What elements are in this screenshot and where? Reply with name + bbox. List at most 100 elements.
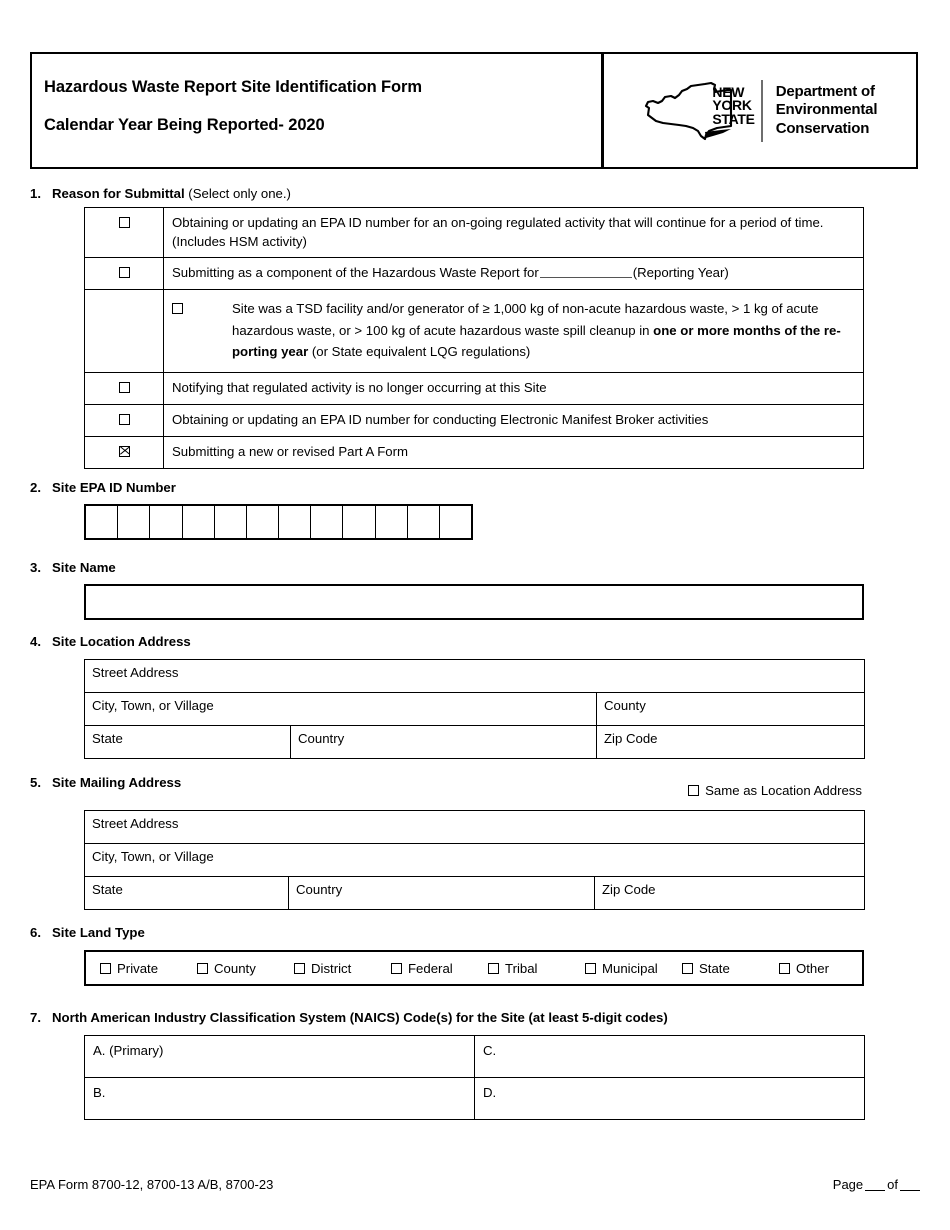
section-5-heading: 5. Site Mailing Address [30, 775, 182, 790]
reporting-year-input[interactable] [539, 265, 632, 279]
ny-state-wordmark: NEW YORK STATE [712, 83, 755, 127]
site-land-type-options: Private County District Federal Tribal M… [84, 950, 864, 986]
footer-page-label: Page [832, 1177, 864, 1192]
form-page: Hazardous Waste Report Site Identificati… [0, 0, 950, 1230]
indented-reason-block: Site was a TSD facility and/or generator… [172, 298, 855, 362]
epa-id-cell[interactable] [150, 506, 183, 538]
land-type-option-state[interactable]: State [668, 961, 765, 976]
land-type-label-municipal: Municipal [602, 960, 658, 976]
naics-field-d[interactable]: D. [474, 1076, 865, 1120]
mailing-street-address-field[interactable]: Street Address [83, 810, 866, 844]
section-7-heading: 7. North American Industry Classification… [30, 1010, 668, 1025]
mailing-country-field[interactable]: Country [288, 876, 595, 910]
table-row: City, Town, or Village [83, 843, 866, 877]
land-type-option-private[interactable]: Private [86, 961, 183, 976]
table-row: B. D. [84, 1076, 865, 1120]
land-type-checkbox-district[interactable] [294, 962, 305, 974]
land-type-checkbox-other[interactable] [779, 962, 790, 974]
land-type-option-municipal[interactable]: Municipal [571, 961, 668, 976]
land-type-option-county[interactable]: County [183, 961, 280, 976]
reason-text-6: Submitting a new or revised Part A Form [163, 435, 864, 469]
table-row: Street Address [83, 659, 866, 693]
epa-id-cell[interactable] [215, 506, 247, 538]
reason-checkbox-3[interactable] [172, 303, 183, 315]
reason-text-2-pre: Submitting as a component of the Hazardo… [172, 265, 539, 281]
land-type-option-other[interactable]: Other [765, 961, 862, 976]
land-type-checkbox-private[interactable] [100, 962, 111, 974]
epa-id-cell[interactable] [279, 506, 312, 538]
reason-text-2-post: (Reporting Year) [632, 265, 729, 281]
land-type-option-federal[interactable]: Federal [377, 961, 474, 976]
reason-checkbox-cell-3[interactable] [172, 298, 232, 362]
reason-checkbox-cell-4[interactable] [84, 372, 164, 406]
epa-id-cell[interactable] [376, 506, 408, 538]
table-row: State Country Zip Code [84, 876, 866, 910]
land-type-option-district[interactable]: District [280, 961, 377, 976]
land-type-checkbox-federal[interactable] [391, 962, 402, 974]
site-location-address-table: Street Address City, Town, or Village Co… [83, 659, 866, 759]
table-row: A. (Primary) C. [84, 1035, 865, 1078]
footer-page-number: Page of [833, 1177, 922, 1192]
reason-checkbox-cell-5[interactable] [84, 404, 164, 437]
naics-field-b[interactable]: B. [84, 1076, 475, 1120]
form-header: Hazardous Waste Report Site Identificati… [30, 52, 918, 169]
land-type-label-state: State [699, 960, 730, 976]
reason-checkbox-5[interactable] [118, 414, 130, 426]
epa-id-cell[interactable] [118, 506, 151, 538]
reason-checkbox-1[interactable] [118, 217, 130, 228]
table-row: Street Address [83, 810, 866, 844]
table-row: Submitting a new or revised Part A Form [84, 435, 864, 469]
epa-id-cell[interactable] [311, 506, 344, 538]
epa-id-cell[interactable] [247, 506, 280, 538]
reason-text-2: Submitting as a component of the Hazardo… [163, 257, 864, 291]
epa-id-cell[interactable] [86, 506, 119, 538]
epa-id-cell[interactable] [408, 506, 440, 538]
table-row: Submitting as a component of the Hazardo… [84, 257, 864, 291]
mailing-zip-field[interactable]: Zip Code [593, 876, 866, 910]
location-city-field[interactable]: City, Town, or Village [84, 692, 597, 726]
page-total-blank[interactable] [900, 1179, 920, 1191]
location-county-field[interactable]: County [595, 692, 866, 726]
epa-id-cell[interactable] [343, 506, 376, 538]
location-state-field[interactable]: State [84, 725, 291, 759]
same-as-location-label: Same as Location Address [705, 783, 862, 798]
reporting-year-subtitle: Calendar Year Being Reported- 2020 [44, 116, 325, 135]
section-3-heading: 3. Site Name [30, 560, 116, 575]
reason-text-3-cell: Site was a TSD facility and/or generator… [163, 289, 864, 374]
epa-id-cell[interactable] [183, 506, 215, 538]
agency-logo: NEW YORK STATE Department of Environment… [604, 54, 916, 167]
land-type-checkbox-state[interactable] [682, 962, 693, 974]
same-as-location-address-option[interactable]: Same as Location Address [688, 783, 862, 798]
reason-checkbox-cell-6[interactable] [84, 435, 164, 469]
reason-text-5: Obtaining or updating an EPA ID number f… [163, 404, 864, 437]
location-street-address-field[interactable]: Street Address [83, 659, 866, 693]
land-type-checkbox-municipal[interactable] [585, 962, 596, 974]
department-name: Department of Environmental Conservation [775, 83, 878, 137]
naics-field-a[interactable]: A. (Primary) [84, 1035, 475, 1078]
reason-checkbox-2[interactable] [118, 267, 130, 279]
reason-checkbox-cell-2[interactable] [84, 257, 164, 291]
site-name-input[interactable] [84, 584, 864, 620]
table-row: Site was a TSD facility and/or generator… [84, 289, 864, 374]
mailing-city-field[interactable]: City, Town, or Village [83, 843, 866, 877]
table-row: State Country Zip Code [84, 725, 866, 759]
mailing-state-field[interactable]: State [84, 876, 289, 910]
reason-checkbox-4[interactable] [118, 382, 130, 394]
reason-checkbox-cell-1[interactable] [84, 206, 164, 259]
land-type-label-other: Other [796, 960, 829, 976]
land-type-option-tribal[interactable]: Tribal [474, 961, 571, 976]
section-4-heading: 4. Site Location Address [30, 634, 191, 649]
naics-field-c[interactable]: C. [474, 1035, 865, 1078]
epa-id-input[interactable] [84, 504, 473, 540]
page-number-blank[interactable] [865, 1179, 886, 1191]
epa-id-cell[interactable] [440, 506, 471, 538]
location-country-field[interactable]: Country [290, 725, 597, 759]
section-1-heading: 1. Reason for Submittal (Select only one.… [30, 186, 291, 201]
land-type-label-tribal: Tribal [505, 960, 538, 976]
land-type-checkbox-tribal[interactable] [488, 962, 499, 974]
location-zip-field[interactable]: Zip Code [595, 725, 866, 759]
land-type-checkbox-county[interactable] [197, 962, 208, 974]
same-as-location-checkbox[interactable] [688, 785, 700, 796]
reason-checkbox-6[interactable] [118, 445, 130, 457]
reason-text-4: Notifying that regulated activity is no … [163, 372, 864, 406]
